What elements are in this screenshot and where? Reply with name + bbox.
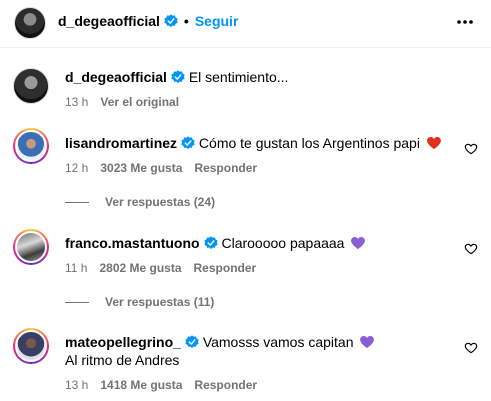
- post-header: d_degeaofficial • Seguir: [0, 0, 491, 48]
- more-options-icon[interactable]: [453, 10, 477, 34]
- avatar[interactable]: [13, 328, 49, 364]
- comment-body-line2: Al ritmo de Andres: [65, 352, 180, 368]
- verified-badge-icon: [171, 70, 185, 83]
- like-heart-icon[interactable]: [464, 142, 478, 156]
- view-replies-button[interactable]: Ver respuestas (24): [65, 195, 215, 209]
- header-user: d_degeaofficial • Seguir: [58, 13, 238, 29]
- timestamp[interactable]: 13 h: [65, 95, 88, 109]
- caption-body: El sentimiento...: [188, 69, 289, 85]
- verified-badge-icon: [203, 236, 218, 249]
- comment-text: lisandromartinez Cómo te gustan los Arge…: [65, 134, 465, 152]
- purple-heart-icon: [360, 336, 375, 348]
- separator: •: [183, 13, 189, 29]
- likes-count[interactable]: 3023 Me gusta: [100, 161, 182, 175]
- header-username[interactable]: d_degeaofficial: [58, 13, 160, 29]
- comment-text: mateopellegrino_ Vamosss vamos capitan A…: [65, 333, 465, 369]
- comment-meta: 11 h 2802 Me gusta Responder: [65, 261, 256, 275]
- comment-meta: 13 h 1418 Me gusta Responder: [65, 378, 257, 392]
- likes-count[interactable]: 2802 Me gusta: [99, 261, 181, 275]
- reply-button[interactable]: Responder: [194, 378, 257, 392]
- replies-divider: [65, 201, 89, 203]
- comment-body: Vamosss vamos capitan: [202, 334, 354, 350]
- replies-divider: [65, 301, 89, 303]
- comment-username[interactable]: lisandromartinez: [65, 135, 177, 151]
- avatar[interactable]: [13, 229, 49, 265]
- verified-badge-icon: [185, 335, 199, 348]
- see-original-button[interactable]: Ver el original: [100, 95, 179, 109]
- reply-button[interactable]: Responder: [194, 161, 257, 175]
- verified-badge-icon: [181, 136, 195, 149]
- like-heart-icon[interactable]: [464, 341, 478, 355]
- caption-meta: 13 h Ver el original: [65, 95, 179, 109]
- timestamp[interactable]: 11 h: [65, 261, 87, 275]
- view-replies-button[interactable]: Ver respuestas (11): [65, 295, 214, 309]
- timestamp[interactable]: 13 h: [65, 378, 88, 392]
- comment-username[interactable]: franco.mastantuono: [65, 235, 200, 251]
- likes-count[interactable]: 1418 Me gusta: [100, 378, 182, 392]
- reply-button[interactable]: Responder: [194, 261, 257, 275]
- avatar[interactable]: [13, 68, 49, 104]
- comment-body: Clarooooo papaaaa: [221, 235, 345, 251]
- view-replies-label: Ver respuestas (24): [105, 195, 216, 209]
- comment-text: franco.mastantuono Clarooooo papaaaa: [65, 234, 465, 252]
- avatar[interactable]: [14, 7, 46, 39]
- red-heart-icon: [426, 137, 441, 149]
- avatar[interactable]: [13, 128, 49, 164]
- like-heart-icon[interactable]: [464, 242, 478, 256]
- view-replies-label: Ver respuestas (11): [105, 295, 215, 309]
- comment-username[interactable]: mateopellegrino_: [65, 334, 181, 350]
- follow-button[interactable]: Seguir: [195, 13, 239, 29]
- timestamp[interactable]: 12 h: [65, 161, 88, 175]
- comment-body: Cómo te gustan los Argentinos papi: [198, 135, 420, 151]
- caption-username[interactable]: d_degeaofficial: [65, 69, 167, 85]
- verified-badge-icon: [164, 14, 178, 27]
- purple-heart-icon: [351, 237, 366, 249]
- comment-meta: 12 h 3023 Me gusta Responder: [65, 161, 257, 175]
- caption-text: d_degeaofficial El sentimiento...: [65, 68, 465, 86]
